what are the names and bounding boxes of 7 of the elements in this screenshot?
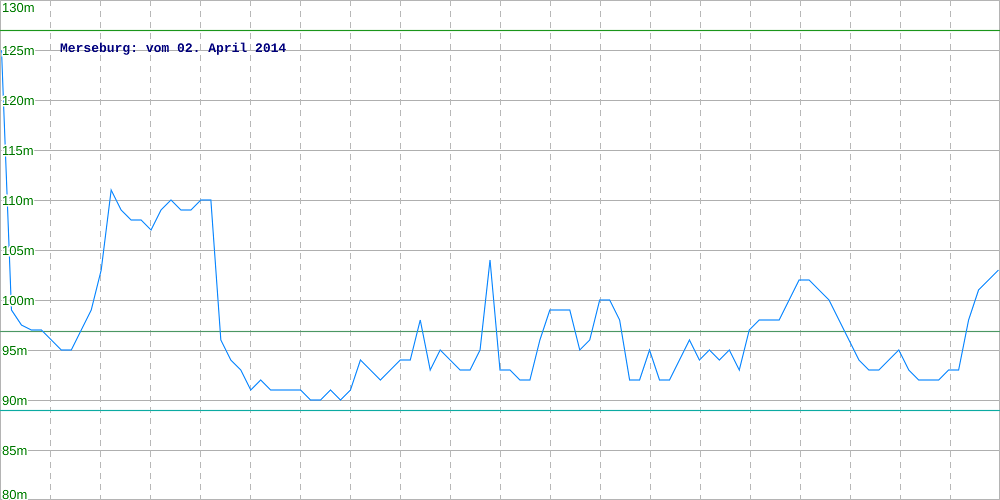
axis-label: 125m (2, 43, 35, 58)
axis-label: 130m (2, 0, 35, 15)
axis-label: 80m (2, 487, 28, 500)
axis-label: 90m (2, 393, 28, 408)
chart-title: Merseburg: vom 02. April 2014 (60, 41, 286, 56)
axis-label: 95m (2, 343, 28, 358)
axis-label: 85m (2, 443, 28, 458)
